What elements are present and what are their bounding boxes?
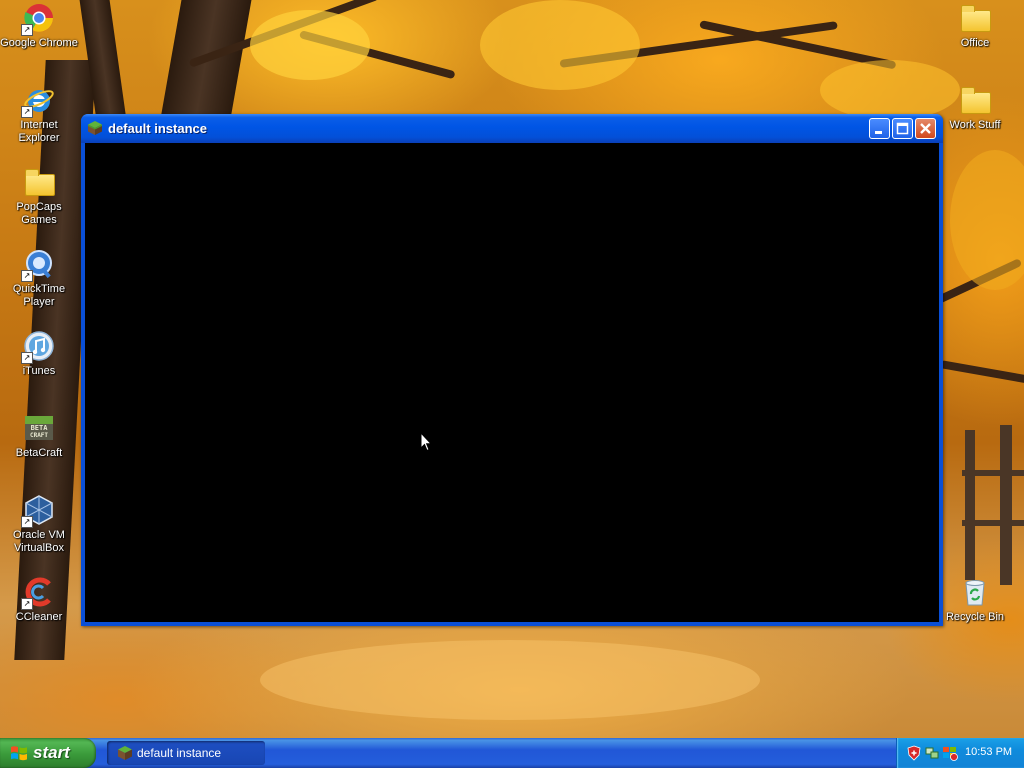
desktop-icon-label: CCleaner [15, 611, 63, 623]
virtualbox-icon: ↗ [21, 494, 55, 528]
betacraft-icon: BETA CRAFT [23, 412, 55, 444]
minimize-button[interactable] [869, 118, 890, 139]
taskbar: start default instance 10:53 PM [0, 738, 1024, 768]
maximize-icon [896, 122, 909, 135]
folder-icon [23, 166, 55, 198]
windows-security-alert-icon[interactable] [942, 745, 958, 761]
desktop-icon-ccleaner[interactable]: ↗ CCleaner [0, 576, 78, 624]
svg-text:CRAFT: CRAFT [30, 432, 48, 439]
chrome-icon: ↗ [21, 2, 55, 36]
minimize-icon [875, 131, 882, 134]
close-icon [920, 123, 931, 134]
security-shield-icon[interactable] [906, 745, 922, 761]
maximize-button[interactable] [892, 118, 913, 139]
system-clock[interactable]: 10:53 PM [965, 746, 1012, 758]
desktop-icon-itunes[interactable]: ↗ iTunes [0, 330, 78, 378]
window-title: default instance [108, 121, 207, 136]
folder-icon [959, 84, 991, 116]
minecraft-grass-block-icon [87, 120, 103, 136]
desktop-icon-quicktime-player[interactable]: ↗ QuickTime Player [0, 248, 78, 309]
desktop-icon-internet-explorer[interactable]: ↗ Internet Explorer [0, 84, 78, 145]
app-window[interactable]: default instance [81, 114, 943, 626]
desktop-icon-label: QuickTime Player [12, 283, 66, 308]
start-button[interactable]: start [0, 738, 96, 768]
desktop-icon-label: Internet Explorer [18, 119, 60, 144]
desktop-icon-label: Work Stuff [949, 119, 1001, 131]
quicktime-icon: ↗ [21, 248, 55, 282]
desktop-icon-oracle-vm-virtualbox[interactable]: ↗ Oracle VM VirtualBox [0, 494, 78, 555]
minecraft-grass-block-icon [117, 745, 133, 761]
network-icon[interactable] [924, 745, 940, 761]
start-label: start [33, 743, 70, 762]
desktop-icon-label: Office [960, 37, 990, 49]
desktop-icon-label: PopCaps Games [16, 201, 62, 226]
desktop-icon-recycle-bin[interactable]: Recycle Bin [936, 576, 1014, 624]
windows-logo-icon [10, 745, 28, 761]
folder-icon [959, 2, 991, 34]
close-button[interactable] [915, 118, 936, 139]
desktop-icon-work-stuff[interactable]: Work Stuff [936, 84, 1014, 132]
desktop-icon-betacraft[interactable]: BETA CRAFT BetaCraft [0, 412, 78, 460]
system-tray: 10:53 PM [896, 738, 1024, 768]
itunes-icon: ↗ [21, 330, 55, 364]
desktop-icon-label: Google Chrome [0, 37, 78, 49]
game-canvas[interactable] [85, 143, 939, 622]
desktop-icon-label: BetaCraft [15, 447, 63, 459]
mouse-pointer-icon [420, 431, 433, 457]
taskbar-button-default-instance[interactable]: default instance [107, 741, 265, 765]
taskbar-button-label: default instance [137, 746, 222, 760]
desktop-icon-office[interactable]: Office [936, 2, 1014, 50]
internet-explorer-icon: ↗ [21, 84, 55, 118]
desktop-icon-popcaps-games[interactable]: PopCaps Games [0, 166, 78, 227]
desktop-icon-label: Recycle Bin [945, 611, 1005, 623]
desktop-icon-google-chrome[interactable]: ↗ Google Chrome [0, 2, 78, 50]
svg-text:BETA: BETA [31, 424, 49, 432]
window-titlebar[interactable]: default instance [81, 114, 943, 143]
recycle-bin-icon [959, 576, 991, 608]
desktop-icon-label: iTunes [22, 365, 56, 377]
ccleaner-icon: ↗ [21, 576, 55, 610]
desktop-icon-label: Oracle VM VirtualBox [13, 529, 65, 554]
